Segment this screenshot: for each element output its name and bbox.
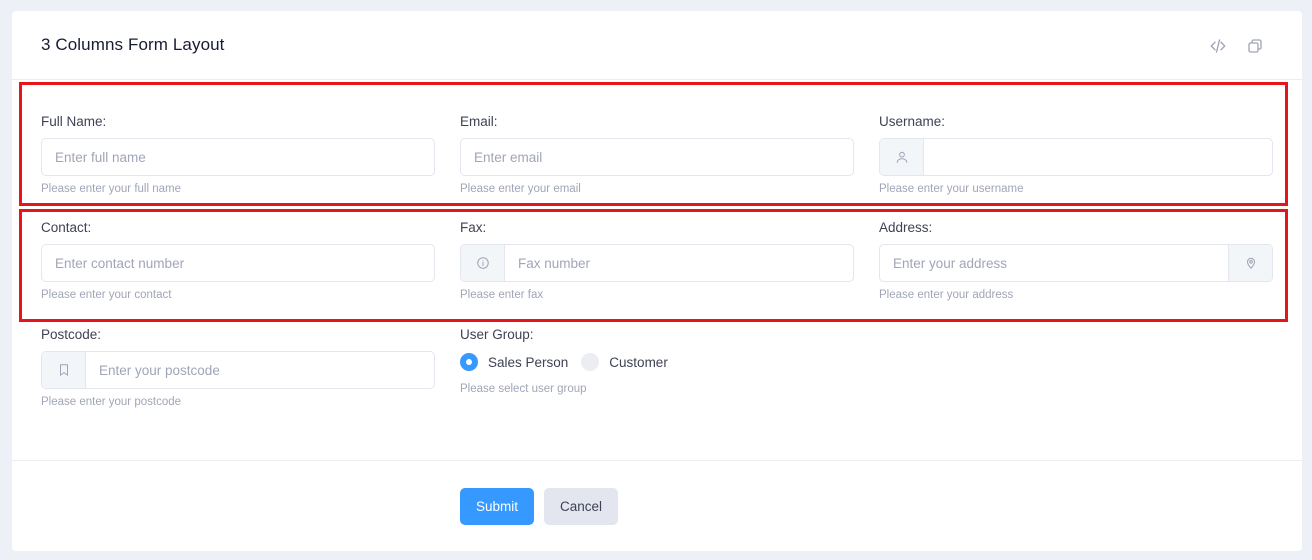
postcode-input[interactable] [86, 352, 434, 388]
username-group: Username: Please enter your username [879, 113, 1273, 196]
email-input[interactable] [461, 139, 853, 175]
full-name-input[interactable] [42, 139, 434, 175]
full-name-input-wrap [41, 138, 435, 176]
user-icon [880, 139, 924, 175]
radio-customer-label: Customer [609, 354, 668, 370]
radio-checked-icon[interactable] [460, 353, 478, 371]
fax-input[interactable] [505, 245, 853, 281]
contact-input[interactable] [42, 245, 434, 281]
full-name-group: Full Name: Please enter your full name [41, 113, 435, 196]
radio-customer[interactable]: Customer [581, 353, 668, 371]
fax-input-wrap [460, 244, 854, 282]
contact-input-wrap [41, 244, 435, 282]
address-help: Please enter your address [879, 289, 1014, 301]
postcode-label: Postcode: [41, 327, 102, 342]
card-title: 3 Columns Form Layout [41, 35, 225, 54]
card-header: 3 Columns Form Layout [12, 11, 1302, 80]
email-label: Email: [460, 114, 498, 129]
full-name-help: Please enter your full name [41, 183, 181, 195]
fax-label: Fax: [460, 220, 487, 235]
username-help: Please enter your username [879, 183, 1024, 195]
email-input-wrap [460, 138, 854, 176]
radio-sales-person[interactable]: Sales Person [460, 353, 568, 371]
address-label: Address: [879, 220, 933, 235]
address-group: Address: Please enter your address [879, 219, 1273, 302]
submit-button[interactable]: Submit [460, 488, 534, 525]
username-input[interactable] [924, 139, 1272, 175]
radio-unchecked-icon[interactable] [581, 353, 600, 371]
code-icon[interactable] [1207, 35, 1229, 57]
contact-label: Contact: [41, 220, 92, 235]
email-group: Email: Please enter your email [460, 113, 854, 196]
postcode-group: Postcode: Please enter your postcode [41, 326, 435, 409]
postcode-help: Please enter your postcode [41, 396, 182, 408]
card-footer: Submit Cancel [12, 460, 1302, 551]
bookmark-icon [42, 352, 86, 388]
postcode-input-wrap [41, 351, 435, 389]
full-name-label: Full Name: [41, 114, 107, 129]
user-group-group: User Group: Sales Person Customer Please… [460, 326, 854, 396]
user-group-radios: Sales Person Customer [460, 352, 854, 372]
email-help: Please enter your email [460, 183, 581, 195]
address-input[interactable] [880, 245, 1228, 281]
form-card: 3 Columns Form Layout Full Name: Please … [12, 11, 1302, 551]
radio-sales-person-label: Sales Person [488, 354, 569, 370]
username-label: Username: [879, 114, 946, 129]
info-circle-icon [461, 245, 505, 281]
cancel-button[interactable]: Cancel [544, 488, 618, 525]
user-group-label: User Group: [460, 327, 534, 342]
fax-help: Please enter fax [460, 289, 544, 301]
contact-group: Contact: Please enter your contact [41, 219, 435, 302]
copy-icon[interactable] [1244, 35, 1266, 57]
map-pin-icon [1228, 245, 1272, 281]
fax-group: Fax: Please enter fax [460, 219, 854, 302]
address-input-wrap [879, 244, 1273, 282]
username-input-wrap [879, 138, 1273, 176]
user-group-help: Please select user group [460, 383, 587, 395]
contact-help: Please enter your contact [41, 289, 172, 301]
